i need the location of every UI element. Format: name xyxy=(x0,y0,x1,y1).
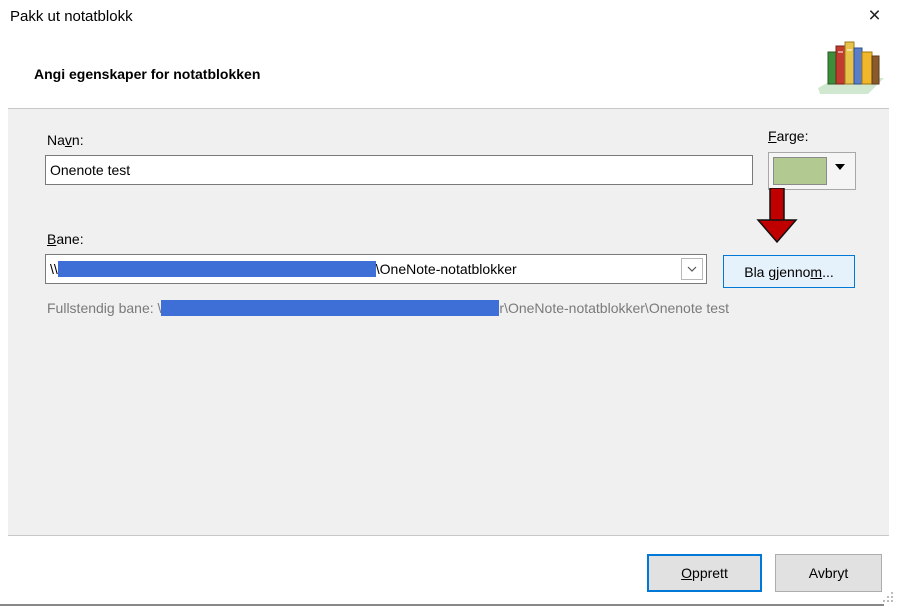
title-bar: Pakk ut notatblokk × xyxy=(0,0,899,34)
redaction-block xyxy=(161,300,500,316)
name-input-value: Onenote test xyxy=(50,162,131,178)
path-label: Bane: xyxy=(47,231,84,247)
footer-separator xyxy=(8,535,889,536)
path-dropdown-button[interactable] xyxy=(681,258,703,280)
name-input[interactable]: Onenote test xyxy=(45,155,753,185)
dialog-heading: Angi egenskaper for notatblokken xyxy=(34,66,261,82)
color-label: Farge: xyxy=(768,128,809,144)
close-icon: × xyxy=(868,4,881,27)
annotation-arrow-icon xyxy=(756,188,798,244)
resize-grip-icon[interactable] xyxy=(881,590,895,604)
color-picker[interactable] xyxy=(768,152,856,190)
full-path-text: Fullstendig bane: \ r\OneNote-notatblokke… xyxy=(47,300,729,316)
chevron-down-icon xyxy=(835,164,845,170)
window-title: Pakk ut notatblokk xyxy=(10,8,133,25)
browse-button[interactable]: Bla gjenno m... xyxy=(723,255,855,288)
window-bottom-border xyxy=(0,604,884,606)
create-button[interactable]: Opprett xyxy=(647,554,762,592)
path-combobox[interactable]: \\ \OneNote-notatblokker xyxy=(45,254,707,284)
path-value: \\ \OneNote-notatblokker xyxy=(50,261,517,277)
notebooks-icon xyxy=(818,41,884,94)
cancel-button[interactable]: Avbryt xyxy=(775,554,882,592)
name-label: Navn: xyxy=(47,132,84,148)
color-swatch xyxy=(773,157,827,185)
close-button[interactable]: × xyxy=(850,0,899,32)
chevron-down-icon xyxy=(687,266,697,272)
redaction-block xyxy=(57,261,376,277)
